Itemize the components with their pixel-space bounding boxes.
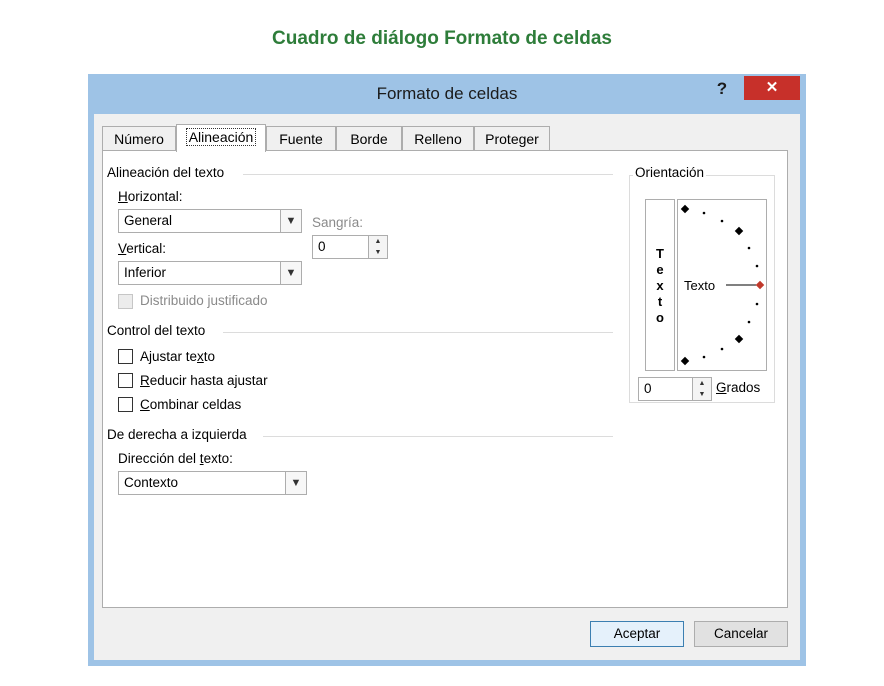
wrap-text-label-b: to bbox=[203, 349, 216, 364]
vertical-text-button[interactable]: T e x t o bbox=[645, 199, 675, 371]
text-control-heading: Control del texto bbox=[107, 323, 206, 338]
page-caption: Cuadro de diálogo Formato de celdas bbox=[272, 28, 612, 49]
dialog-title: Formato de celdas bbox=[376, 84, 518, 103]
merge-cells-checkbox[interactable] bbox=[118, 397, 133, 412]
shrink-label-text: educir hasta ajustar bbox=[149, 373, 268, 388]
dial-marker-icon bbox=[734, 226, 744, 236]
cancel-button[interactable]: Cancelar bbox=[694, 621, 788, 647]
dial-current-marker-icon[interactable] bbox=[755, 280, 765, 290]
help-button[interactable]: ? bbox=[710, 77, 734, 101]
tab-fuente[interactable]: Fuente bbox=[266, 126, 336, 150]
direction-label-b: exto: bbox=[203, 451, 233, 466]
dial-dot-icon bbox=[720, 347, 724, 351]
dial-dot-icon bbox=[747, 320, 751, 324]
distributed-label: Distribuido justificado bbox=[140, 293, 268, 308]
shrink-to-fit-checkbox[interactable] bbox=[118, 373, 133, 388]
wrap-text-checkbox[interactable] bbox=[118, 349, 133, 364]
indent-stepper-buttons: ▲ ▼ bbox=[368, 236, 387, 258]
dial-text-label: Texto bbox=[684, 278, 716, 293]
dial-dot-icon bbox=[747, 246, 751, 250]
tab-label: Fuente bbox=[279, 131, 323, 147]
degrees-label-text: rados bbox=[726, 380, 761, 395]
section-divider bbox=[223, 332, 613, 333]
tab-alineacion[interactable]: Alineación bbox=[176, 124, 266, 152]
degrees-label: Grados bbox=[716, 380, 760, 395]
degrees-stepper[interactable]: 0 ▲ ▼ bbox=[638, 377, 712, 401]
tab-borde[interactable]: Borde bbox=[336, 126, 402, 150]
merge-cells-label: Combinar celdas bbox=[140, 397, 241, 412]
dial-dot-icon bbox=[755, 264, 759, 268]
dial-dot-icon bbox=[755, 302, 759, 306]
shrink-label-accel: R bbox=[140, 373, 150, 388]
title-bar: Formato de celdas ? ✕ bbox=[88, 74, 806, 114]
degrees-label-accel: G bbox=[716, 380, 727, 395]
rtl-heading: De derecha a izquierda bbox=[107, 427, 247, 442]
merge-label-accel: C bbox=[140, 397, 150, 412]
shrink-to-fit-label: Reducir hasta ajustar bbox=[140, 373, 268, 388]
dial-dot-icon bbox=[702, 211, 706, 215]
format-cells-dialog: Formato de celdas ? ✕ Número Alineación … bbox=[88, 74, 806, 666]
close-button[interactable]: ✕ bbox=[744, 76, 800, 100]
vertical-select-value: Inferior bbox=[124, 265, 167, 280]
indent-value: 0 bbox=[318, 239, 326, 254]
spin-down-icon[interactable]: ▼ bbox=[693, 389, 711, 400]
section-divider bbox=[243, 174, 613, 175]
dial-marker-icon bbox=[734, 334, 744, 344]
chevron-down-icon[interactable]: ▼ bbox=[280, 262, 301, 284]
tab-label: Relleno bbox=[414, 131, 462, 147]
degrees-value: 0 bbox=[644, 381, 652, 396]
degrees-stepper-buttons: ▲ ▼ bbox=[692, 378, 711, 400]
dial-marker-icon bbox=[680, 204, 690, 214]
vertical-text-letter: T bbox=[656, 246, 664, 261]
distributed-checkbox[interactable] bbox=[118, 294, 133, 309]
tab-label: Alineación bbox=[185, 128, 257, 146]
wrap-text-label: Ajustar texto bbox=[140, 349, 215, 364]
tab-label: Número bbox=[114, 131, 164, 147]
tab-label: Borde bbox=[350, 131, 388, 147]
text-direction-label: Dirección del texto: bbox=[118, 451, 233, 466]
vertical-text-letter: x bbox=[656, 278, 664, 293]
wrap-text-label-a: Ajustar te bbox=[140, 349, 198, 364]
alignment-panel: Alineación del texto Horizontal: General… bbox=[102, 150, 788, 608]
vertical-label: Vertical: bbox=[118, 241, 166, 256]
dial-dot-icon bbox=[720, 219, 724, 223]
dial-marker-icon bbox=[680, 356, 690, 366]
chevron-down-icon[interactable]: ▼ bbox=[280, 210, 301, 232]
vertical-text-letter: t bbox=[657, 294, 663, 309]
text-direction-select[interactable]: Contexto ▼ bbox=[118, 471, 307, 495]
dialog-client-area: Número Alineación Fuente Borde Relleno P… bbox=[94, 114, 800, 660]
text-alignment-heading: Alineación del texto bbox=[107, 165, 225, 180]
orientation-heading: Orientación bbox=[633, 165, 707, 180]
horizontal-label-text: orizontal: bbox=[127, 189, 183, 204]
tab-label: Proteger bbox=[485, 131, 539, 147]
tab-numero[interactable]: Número bbox=[102, 126, 176, 150]
wrap-text-label-accel: x bbox=[197, 349, 204, 364]
merge-label-text: ombinar celdas bbox=[149, 397, 242, 412]
dial-dot-icon bbox=[702, 355, 706, 359]
vertical-select[interactable]: Inferior ▼ bbox=[118, 261, 302, 285]
chevron-down-icon[interactable]: ▼ bbox=[285, 472, 306, 494]
section-divider bbox=[263, 436, 613, 437]
direction-label-a: Dirección del bbox=[118, 451, 200, 466]
vertical-label-text: ertical: bbox=[126, 241, 167, 256]
horizontal-select-value: General bbox=[124, 213, 173, 228]
indent-label: Sangría: bbox=[312, 215, 364, 230]
orientation-dial[interactable]: Texto bbox=[677, 199, 767, 371]
ok-button[interactable]: Aceptar bbox=[590, 621, 684, 647]
vertical-text-letter: o bbox=[656, 310, 664, 325]
horizontal-select[interactable]: General ▼ bbox=[118, 209, 302, 233]
spin-down-icon[interactable]: ▼ bbox=[369, 247, 387, 258]
horizontal-label-accel: H bbox=[118, 189, 128, 204]
tab-relleno[interactable]: Relleno bbox=[402, 126, 474, 150]
indent-stepper[interactable]: 0 ▲ ▼ bbox=[312, 235, 388, 259]
text-direction-value: Contexto bbox=[124, 475, 179, 490]
vertical-text-letter: e bbox=[656, 262, 664, 277]
horizontal-label: Horizontal: bbox=[118, 189, 183, 204]
tab-proteger[interactable]: Proteger bbox=[474, 126, 550, 150]
